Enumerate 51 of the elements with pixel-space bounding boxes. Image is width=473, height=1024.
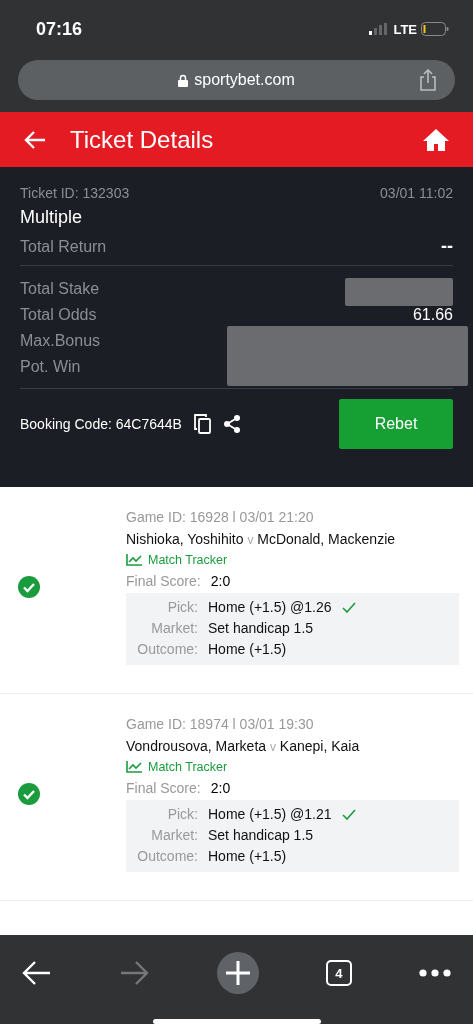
clock: 07:16 bbox=[36, 18, 83, 40]
market-value: Set handicap 1.5 bbox=[208, 620, 315, 636]
pick-label: Pick: bbox=[166, 806, 198, 822]
stat-label: Pot. Win bbox=[20, 358, 81, 376]
ticket-date: 03/01 11:02 bbox=[380, 185, 453, 201]
tab-count-button[interactable]: 4 bbox=[325, 960, 352, 987]
home-icon[interactable] bbox=[423, 128, 449, 151]
address-bar[interactable]: sportybet.com bbox=[18, 60, 455, 100]
chart-icon bbox=[126, 761, 142, 773]
url-text: sportybet.com bbox=[194, 71, 295, 89]
match-teams: Nishioka, Yoshihito v McDonald, Mackenzie bbox=[126, 531, 397, 547]
stat-label: Total Return bbox=[20, 237, 107, 256]
lock-icon bbox=[178, 73, 189, 87]
outcome-label: Outcome: bbox=[136, 641, 198, 657]
ticket-id: Ticket ID: 132303 bbox=[20, 185, 130, 201]
booking-code: Booking Code: 64C7644B bbox=[20, 416, 182, 432]
match-teams: Vondrousova, Marketa v Kanepi, Kaia bbox=[126, 738, 361, 754]
final-score: 2:0 bbox=[210, 780, 231, 796]
chart-icon bbox=[126, 554, 142, 566]
market-value: Set handicap 1.5 bbox=[208, 827, 315, 843]
copy-icon[interactable] bbox=[193, 414, 211, 434]
score-label: Final Score: bbox=[126, 780, 201, 796]
stat-label: Total Stake bbox=[20, 280, 100, 298]
battery-icon bbox=[421, 22, 449, 36]
stat-label: Total Odds bbox=[20, 306, 97, 324]
stat-label: Max.Bonus bbox=[20, 332, 101, 350]
pick-label: Pick: bbox=[166, 599, 198, 615]
game-meta: Game ID: 18974 l 03/01 19:30 bbox=[126, 716, 315, 732]
pick-value: Home (+1.5) @1.26 bbox=[208, 599, 332, 615]
signal-icon bbox=[369, 23, 390, 35]
ticket-type: Multiple bbox=[20, 207, 84, 228]
outcome-label: Outcome: bbox=[136, 848, 198, 864]
pick-value: Home (+1.5) @1.21 bbox=[208, 806, 332, 822]
stat-value: 61.66 bbox=[412, 306, 453, 324]
stat-value: -- bbox=[441, 236, 453, 257]
network-label: LTE bbox=[393, 21, 417, 37]
back-arrow-icon[interactable] bbox=[22, 960, 52, 987]
market-label: Market: bbox=[150, 620, 198, 636]
match-tracker-link[interactable]: Match Tracker bbox=[126, 760, 459, 774]
match-tracker-link[interactable]: Match Tracker bbox=[126, 553, 459, 567]
rebet-button[interactable]: Rebet bbox=[339, 399, 453, 449]
score-label: Final Score: bbox=[126, 573, 201, 589]
final-score: 2:0 bbox=[210, 573, 231, 589]
market-label: Market: bbox=[150, 827, 198, 843]
page-title: Ticket Details bbox=[70, 125, 215, 154]
outcome-value: Home (+1.5) bbox=[208, 641, 288, 657]
game-meta: Game ID: 16928 l 03/01 21:20 bbox=[126, 509, 315, 525]
share-icon[interactable] bbox=[222, 415, 241, 433]
more-icon[interactable] bbox=[419, 969, 451, 978]
new-tab-icon[interactable] bbox=[216, 952, 259, 995]
outcome-value: Home (+1.5) bbox=[208, 848, 288, 864]
